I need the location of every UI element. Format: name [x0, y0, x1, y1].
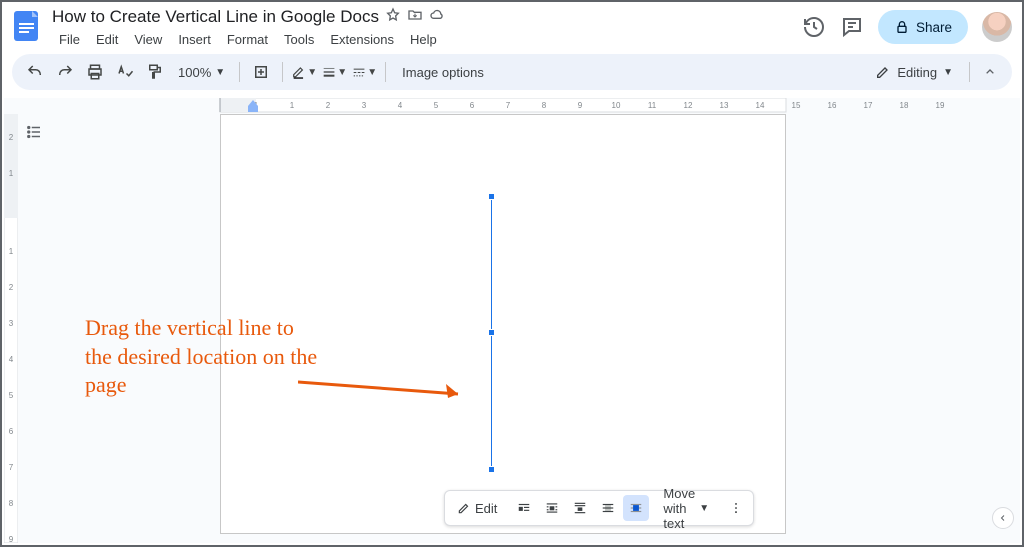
version-history-icon[interactable] — [802, 15, 826, 39]
svg-text:19: 19 — [936, 101, 945, 110]
more-options-button[interactable] — [723, 495, 749, 521]
pencil-icon — [875, 64, 891, 80]
vertical-ruler[interactable]: 2 1 1 2 3 4 5 6 7 8 9 — [4, 114, 18, 543]
editing-mode-label: Editing — [897, 65, 937, 80]
menu-tools[interactable]: Tools — [277, 30, 321, 49]
vertical-line-drawing[interactable] — [491, 197, 492, 469]
document-title[interactable]: How to Create Vertical Line in Google Do… — [52, 7, 379, 27]
svg-text:9: 9 — [9, 535, 14, 543]
menu-file[interactable]: File — [52, 30, 87, 49]
menu-view[interactable]: View — [127, 30, 169, 49]
separator — [239, 62, 240, 82]
image-options-button[interactable]: Image options — [394, 65, 492, 80]
collapse-toolbar-button[interactable] — [978, 60, 1002, 84]
svg-text:12: 12 — [684, 101, 693, 110]
format-paint-button[interactable] — [142, 59, 168, 85]
lock-icon — [894, 19, 910, 35]
border-dash-button[interactable]: ▼ — [351, 59, 377, 85]
horizontal-ruler[interactable]: 112345678910111213141516171819 — [34, 98, 998, 114]
menu-bar: File Edit View Insert Format Tools Exten… — [52, 28, 802, 50]
redo-button[interactable] — [52, 59, 78, 85]
spellcheck-button[interactable] — [112, 59, 138, 85]
document-outline-button[interactable] — [22, 120, 46, 144]
svg-text:8: 8 — [542, 101, 547, 110]
cloud-status-icon[interactable] — [429, 7, 445, 28]
svg-text:3: 3 — [9, 319, 14, 328]
resize-handle-middle[interactable] — [488, 329, 495, 336]
edit-label: Edit — [475, 501, 497, 516]
move-with-text-label: Move with text — [663, 486, 695, 531]
wrap-text-button[interactable] — [539, 495, 565, 521]
left-indent-marker[interactable] — [248, 100, 258, 112]
svg-text:11: 11 — [648, 101, 657, 110]
svg-text:17: 17 — [864, 101, 873, 110]
crop-button[interactable] — [248, 59, 274, 85]
resize-handle-top[interactable] — [488, 193, 495, 200]
break-text-button[interactable] — [567, 495, 593, 521]
svg-text:18: 18 — [900, 101, 909, 110]
main-toolbar: 100% ▼ ▼ ▼ ▼ Image options Editing ▼ — [12, 54, 1012, 90]
separator — [282, 62, 283, 82]
separator — [385, 62, 386, 82]
image-context-toolbar: Edit Move with text ▼ — [444, 490, 754, 526]
account-avatar[interactable] — [982, 12, 1012, 42]
explore-chevron-button[interactable] — [992, 507, 1014, 529]
in-front-of-text-button[interactable] — [623, 495, 649, 521]
svg-text:3: 3 — [362, 101, 367, 110]
menu-format[interactable]: Format — [220, 30, 275, 49]
caret-down-icon: ▼ — [699, 503, 709, 514]
caret-down-icon: ▼ — [215, 67, 225, 78]
svg-text:8: 8 — [9, 499, 14, 508]
svg-text:4: 4 — [9, 355, 14, 364]
svg-text:5: 5 — [434, 101, 439, 110]
menu-edit[interactable]: Edit — [89, 30, 125, 49]
svg-text:10: 10 — [612, 101, 621, 110]
star-icon[interactable] — [385, 7, 401, 28]
behind-text-button[interactable] — [595, 495, 621, 521]
annotation-text: Drag the vertical line to the desired lo… — [85, 314, 325, 400]
caret-down-icon: ▼ — [943, 67, 953, 78]
svg-text:2: 2 — [9, 283, 14, 292]
share-label: Share — [916, 20, 952, 35]
svg-text:1: 1 — [9, 169, 14, 178]
svg-text:16: 16 — [828, 101, 837, 110]
menu-extensions[interactable]: Extensions — [323, 30, 401, 49]
menu-insert[interactable]: Insert — [171, 30, 218, 49]
svg-text:9: 9 — [578, 101, 583, 110]
svg-text:5: 5 — [9, 391, 14, 400]
share-button[interactable]: Share — [878, 10, 968, 44]
svg-text:7: 7 — [9, 463, 14, 472]
pencil-icon — [457, 501, 471, 515]
move-with-text-dropdown[interactable]: Move with text ▼ — [657, 486, 715, 531]
docs-logo-icon[interactable] — [10, 8, 46, 44]
wrap-inline-button[interactable] — [511, 495, 537, 521]
svg-text:15: 15 — [792, 101, 801, 110]
svg-text:14: 14 — [756, 101, 765, 110]
svg-text:6: 6 — [9, 427, 14, 436]
svg-text:1: 1 — [290, 101, 295, 110]
svg-text:1: 1 — [9, 247, 14, 256]
svg-text:13: 13 — [720, 101, 729, 110]
border-color-button[interactable]: ▼ — [291, 59, 317, 85]
svg-text:4: 4 — [398, 101, 403, 110]
svg-text:2: 2 — [9, 133, 14, 142]
menu-help[interactable]: Help — [403, 30, 444, 49]
edit-drawing-button[interactable]: Edit — [451, 495, 503, 521]
editing-mode-dropdown[interactable]: Editing ▼ — [867, 64, 961, 80]
print-button[interactable] — [82, 59, 108, 85]
resize-handle-bottom[interactable] — [488, 466, 495, 473]
border-weight-button[interactable]: ▼ — [321, 59, 347, 85]
move-folder-icon[interactable] — [407, 7, 423, 28]
comments-icon[interactable] — [840, 15, 864, 39]
zoom-value: 100% — [178, 65, 211, 80]
svg-text:6: 6 — [470, 101, 475, 110]
annotation-arrow-icon — [298, 374, 478, 404]
svg-text:7: 7 — [506, 101, 511, 110]
zoom-dropdown[interactable]: 100% ▼ — [172, 65, 231, 80]
undo-button[interactable] — [22, 59, 48, 85]
svg-text:2: 2 — [326, 101, 331, 110]
separator — [969, 62, 970, 82]
